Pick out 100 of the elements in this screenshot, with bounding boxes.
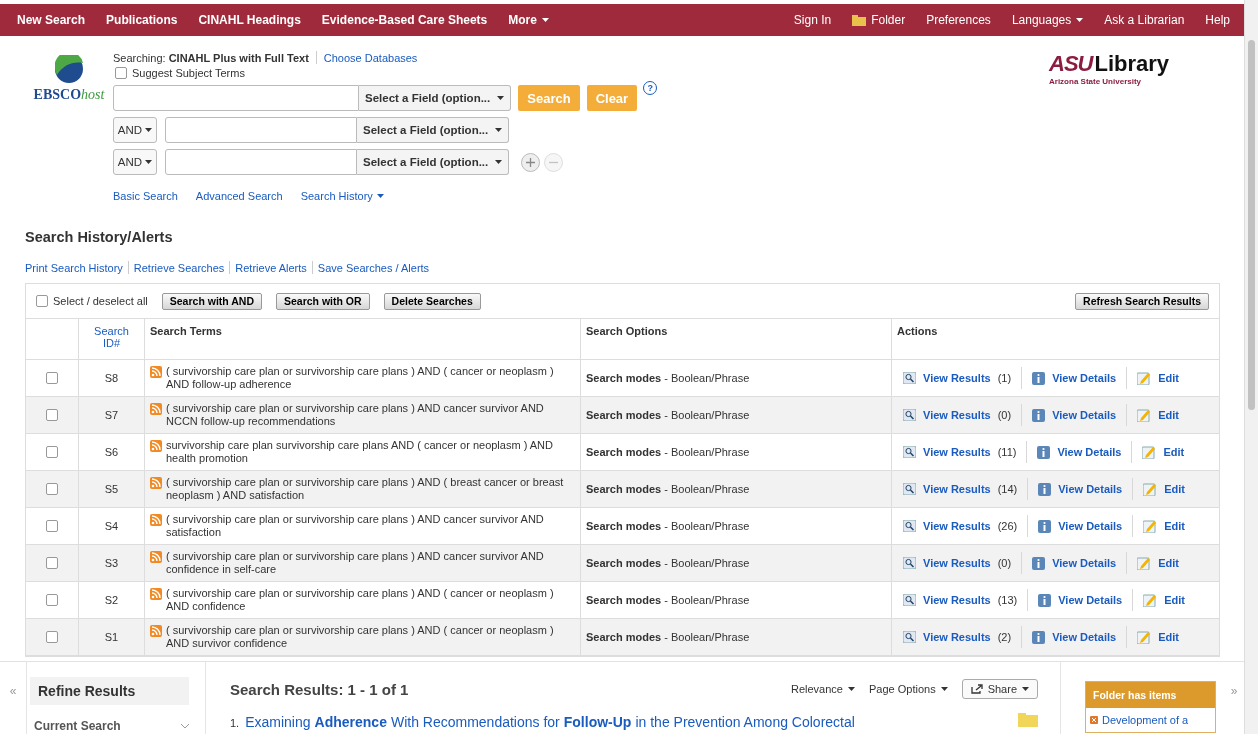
nav-link[interactable]: Evidence-Based Care Sheets	[321, 13, 488, 27]
search-link[interactable]: Basic Search	[113, 190, 178, 202]
current-search-label[interactable]: Current Search	[34, 719, 121, 733]
sort-dropdown[interactable]: Page Options	[869, 683, 948, 695]
checkbox[interactable]	[46, 520, 58, 532]
share-button[interactable]: Share	[961, 679, 1038, 699]
folder-item-link[interactable]: Development of a	[1102, 714, 1189, 726]
choose-databases-link[interactable]: Choose Databases	[323, 51, 418, 64]
view-details-link[interactable]: View Details	[1052, 630, 1117, 644]
search-link[interactable]: Advanced Search	[195, 190, 283, 202]
history-link[interactable]: Retrieve Searches	[133, 261, 225, 274]
menu-link[interactable]: Languages	[1011, 13, 1084, 27]
view-details-link[interactable]: View Details	[1058, 593, 1123, 607]
view-results-link[interactable]: View Results	[923, 630, 991, 644]
caret-icon	[1076, 18, 1084, 22]
folder-panel-title: Folder has items	[1086, 682, 1215, 708]
nav-link[interactable]: Publications	[106, 13, 178, 27]
result-title-link[interactable]: Examining Adherence With Recommendations for Follow-Up in the Prevention Among Colorectal	[245, 714, 855, 730]
checkbox[interactable]	[46, 409, 58, 421]
menu-link[interactable]: Search History	[300, 190, 384, 202]
nav-link[interactable]: CINAHL Headings	[198, 13, 301, 27]
nav-link[interactable]: Ask a Librarian	[1104, 13, 1185, 27]
edit-link[interactable]: Edit	[1163, 445, 1185, 459]
remove-row-button[interactable]	[544, 152, 564, 172]
checkbox[interactable]	[46, 446, 58, 458]
magnifier-icon	[903, 446, 916, 458]
view-details-link[interactable]: View Details	[1058, 519, 1123, 533]
checkbox[interactable]	[46, 557, 58, 569]
info-icon	[1032, 371, 1046, 385]
plus-icon	[526, 157, 536, 167]
caret-icon	[376, 194, 384, 198]
edit-link[interactable]: Edit	[1164, 482, 1185, 496]
remove-icon	[1090, 716, 1098, 724]
sort-dropdown[interactable]: Relevance	[791, 683, 855, 695]
history-link[interactable]: Retrieve Alerts	[235, 261, 307, 274]
view-results-link[interactable]: View Results	[923, 445, 991, 459]
checkbox[interactable]	[36, 295, 48, 307]
checkbox[interactable]	[46, 594, 58, 606]
menu-link[interactable]: More	[508, 13, 549, 27]
history-link[interactable]: Print Search History	[25, 261, 123, 274]
checkbox-label: Suggest Subject Terms	[132, 67, 245, 79]
field-dropdown[interactable]: Select a Field (option...	[357, 149, 510, 175]
caret-icon	[145, 128, 153, 132]
magnifier-icon	[903, 483, 916, 495]
view-details-link[interactable]: View Details	[1052, 556, 1117, 570]
edit-link[interactable]: Edit	[1158, 556, 1179, 570]
search-id: S5	[104, 482, 119, 495]
column-header[interactable]: Search ID#	[84, 325, 139, 349]
column-header: Search Terms	[150, 325, 222, 337]
search-field[interactable]	[165, 149, 357, 175]
chevron-down-icon	[181, 723, 189, 729]
checkbox[interactable]	[46, 483, 58, 495]
edit-link[interactable]: Edit	[1158, 408, 1179, 422]
edit-link[interactable]: Edit	[1164, 593, 1185, 607]
info-icon	[1032, 556, 1046, 570]
caret-icon	[145, 160, 153, 164]
info-icon	[1038, 519, 1052, 533]
caret-icon	[497, 96, 505, 100]
view-details-link[interactable]: View Details	[1052, 408, 1117, 422]
view-results-link[interactable]: View Results	[923, 593, 991, 607]
search-field[interactable]	[113, 85, 359, 111]
view-results-link[interactable]: View Results	[923, 371, 991, 385]
nav-link[interactable]: Folder	[852, 13, 906, 27]
refresh-button[interactable]: Refresh Search Results	[1075, 292, 1209, 310]
rss-icon	[150, 440, 162, 452]
checkbox[interactable]	[46, 631, 58, 643]
view-details-link[interactable]: View Details	[1052, 371, 1117, 385]
field-dropdown[interactable]: Select a Field (option...	[359, 85, 512, 111]
scrollbar[interactable]	[1244, 0, 1258, 734]
search-field[interactable]	[165, 117, 357, 143]
operator-dropdown[interactable]: AND	[113, 117, 157, 143]
nav-link[interactable]: New Search	[17, 13, 86, 27]
checkbox[interactable]	[115, 67, 127, 79]
add-row-button[interactable]	[521, 152, 541, 172]
caret-icon	[1022, 687, 1029, 691]
nav-link[interactable]: Help	[1205, 13, 1230, 27]
view-results-link[interactable]: View Results	[923, 556, 991, 570]
field-dropdown[interactable]: Select a Field (option...	[357, 117, 510, 143]
searching-label: Searching: CINAHL Plus with Full Text	[113, 51, 309, 64]
search-terms: survivorship care plan survivorship care plans AND ( cancer or neoplasm ) AND health promotion	[166, 439, 554, 465]
view-details-link[interactable]: View Details	[1057, 445, 1122, 459]
edit-link[interactable]: Edit	[1158, 371, 1179, 385]
nav-link[interactable]: Preferences	[926, 13, 991, 27]
checkbox[interactable]	[46, 372, 58, 384]
search-terms: ( survivorship care plan or survivorship care plans ) AND ( cancer or neoplasm ) AND follow-up adherence	[166, 365, 555, 391]
view-results-link[interactable]: View Results	[923, 408, 991, 422]
view-results-link[interactable]: View Results	[923, 519, 991, 533]
toolbar-button[interactable]: Search with OR	[276, 292, 370, 310]
view-results-link[interactable]: View Results	[923, 482, 991, 496]
operator-dropdown[interactable]: AND	[113, 149, 157, 175]
magnifier-icon	[903, 409, 916, 421]
edit-link[interactable]: Edit	[1164, 519, 1185, 533]
view-details-link[interactable]: View Details	[1058, 482, 1123, 496]
scrollbar-thumb[interactable]	[1248, 40, 1255, 410]
edit-link[interactable]: Edit	[1158, 630, 1179, 644]
toolbar-button[interactable]: Search with AND	[161, 292, 262, 310]
history-link[interactable]: Save Searches / Alerts	[317, 261, 430, 274]
library-subtitle: Arizona State University	[1049, 77, 1142, 86]
nav-link[interactable]: Sign In	[793, 13, 832, 27]
toolbar-button[interactable]: Delete Searches	[383, 292, 481, 310]
